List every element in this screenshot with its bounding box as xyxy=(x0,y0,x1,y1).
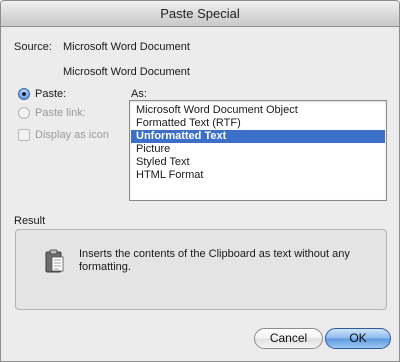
list-item[interactable]: HTML Format xyxy=(131,169,385,182)
as-label: As: xyxy=(131,88,147,100)
paste-radio[interactable] xyxy=(18,88,30,100)
result-description-line2: formatting. xyxy=(79,261,131,273)
paste-special-dialog: Paste Special Source: Microsoft Word Doc… xyxy=(0,0,400,362)
as-format-list[interactable]: Microsoft Word Document Object Formatted… xyxy=(129,100,387,201)
result-description-line1: Inserts the contents of the Clipboard as… xyxy=(79,248,350,260)
result-label: Result xyxy=(14,215,46,227)
list-item-selected[interactable]: Unformatted Text xyxy=(131,130,385,143)
paste-link-label: Paste link: xyxy=(35,107,86,119)
paste-link-radio xyxy=(18,107,30,119)
list-item[interactable]: Formatted Text (RTF) xyxy=(131,117,385,130)
clipboard-icon xyxy=(45,249,64,273)
source-value: Microsoft Word Document xyxy=(63,41,190,53)
source-detail: Microsoft Word Document xyxy=(63,66,190,78)
display-as-icon-label: Display as icon xyxy=(35,129,109,141)
list-item[interactable]: Styled Text xyxy=(131,156,385,169)
result-box xyxy=(15,229,387,310)
dialog-title: Paste Special xyxy=(1,1,399,27)
paste-label[interactable]: Paste: xyxy=(35,88,66,100)
source-label: Source: xyxy=(14,41,52,53)
cancel-button[interactable]: Cancel xyxy=(254,328,323,349)
display-as-icon-checkbox xyxy=(18,129,30,141)
list-item[interactable]: Picture xyxy=(131,143,385,156)
ok-button[interactable]: OK xyxy=(325,328,391,349)
list-item[interactable]: Microsoft Word Document Object xyxy=(131,104,385,117)
